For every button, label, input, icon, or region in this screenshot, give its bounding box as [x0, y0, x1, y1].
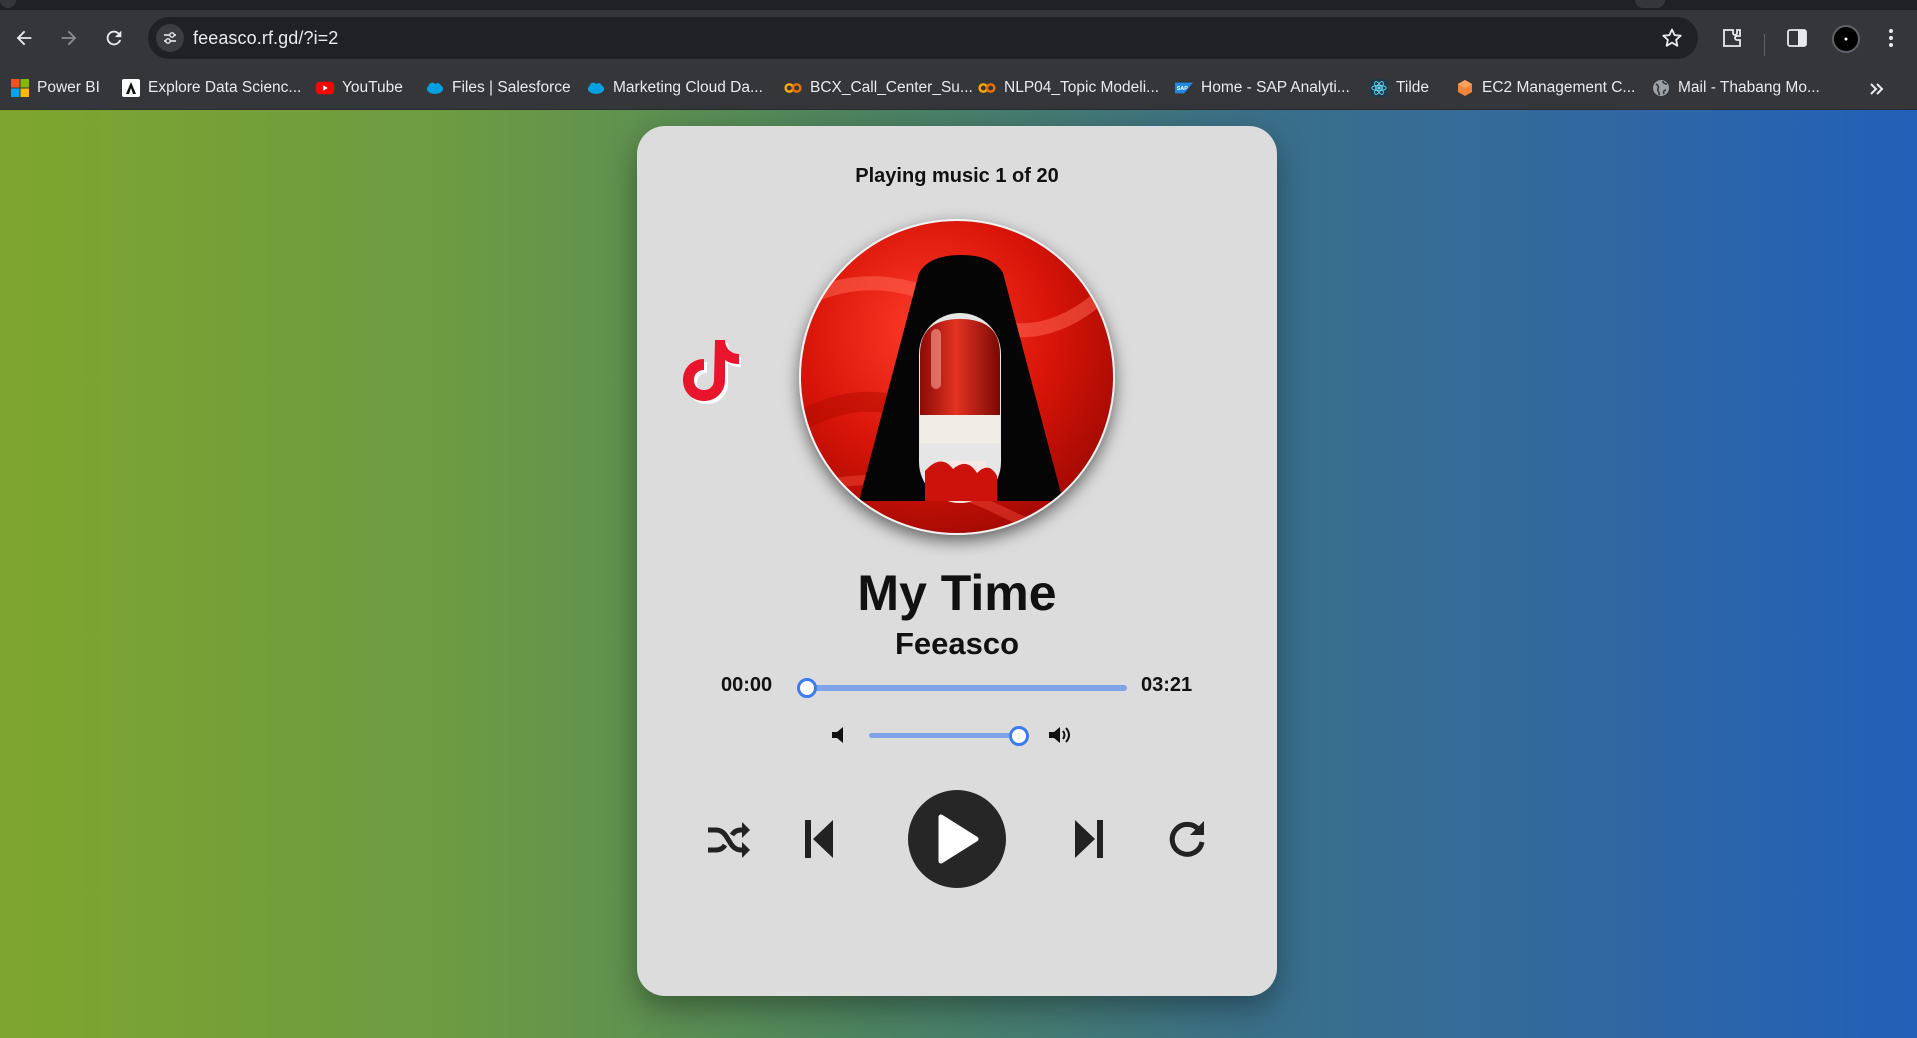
- bookmark-label: Tilde: [1396, 79, 1430, 96]
- extensions-icon[interactable]: [1718, 24, 1746, 52]
- salesforce-icon: [426, 79, 444, 97]
- repeat-icon: [1169, 821, 1205, 857]
- sap-icon: SAP: [1175, 79, 1193, 97]
- bookmark-tilde[interactable]: Tilde: [1370, 75, 1429, 101]
- total-duration: 03:21: [1141, 674, 1193, 696]
- volume-slider[interactable]: [869, 733, 1027, 738]
- shuffle-button[interactable]: [705, 820, 751, 860]
- next-button[interactable]: [1073, 819, 1105, 859]
- page-background: Playing music 1 of 20 My Time Feeasco 00…: [0, 110, 1917, 1038]
- seek-slider-thumb[interactable]: [797, 678, 817, 698]
- bookmark-youtube[interactable]: YouTube: [316, 75, 403, 101]
- bookmark-marketing-cloud[interactable]: Marketing Cloud Da...: [587, 75, 763, 101]
- back-arrow-icon: [16, 30, 32, 46]
- bookmark-power-bi[interactable]: Power BI: [11, 75, 100, 101]
- toolbar-divider: [1764, 34, 1765, 56]
- volume-low-icon[interactable]: [829, 724, 855, 746]
- address-bar[interactable]: feeasco.rf.gd/?i=2: [148, 17, 1698, 59]
- bookmark-label: YouTube: [342, 79, 403, 96]
- microsoft-icon: [11, 79, 29, 97]
- forward-button[interactable]: [52, 21, 86, 55]
- bookmark-nlp04-topic-modeling[interactable]: NLP04_Topic Modeli...: [978, 75, 1159, 101]
- artist-name: Feeasco: [894, 626, 1020, 661]
- bookmark-bcx-call-center[interactable]: BCX_Call_Center_Su...: [784, 75, 973, 101]
- bookmark-label: Home - SAP Analyti...: [1201, 79, 1350, 96]
- bookmarks-bar: Power BI Explore Data Scienc... YouTube …: [0, 67, 1917, 110]
- forward-arrow-icon: [61, 30, 77, 46]
- coursera-icon: [122, 79, 140, 97]
- more-bookmarks-icon[interactable]: [1867, 79, 1887, 99]
- track-counter: Playing music 1 of 20: [855, 165, 1059, 187]
- more-menu-icon[interactable]: [1877, 24, 1905, 52]
- bookmark-label: EC2 Management C...: [1482, 79, 1636, 96]
- previous-button[interactable]: [803, 819, 835, 859]
- salesforce-icon: [587, 79, 605, 97]
- bookmark-label: Power BI: [37, 79, 100, 96]
- bookmark-files-salesforce[interactable]: Files | Salesforce: [426, 75, 571, 101]
- play-icon: [938, 814, 979, 864]
- volume-high-icon[interactable]: [1047, 724, 1073, 746]
- svg-text:SAP: SAP: [1177, 86, 1188, 92]
- tab-strip: [0, 0, 1917, 10]
- colab-icon: [978, 79, 996, 97]
- reload-icon: [106, 30, 122, 46]
- bookmark-star-icon[interactable]: [1660, 26, 1684, 50]
- bookmark-label: Explore Data Scienc...: [148, 79, 302, 96]
- youtube-icon: [316, 79, 334, 97]
- side-panel-icon[interactable]: [1783, 24, 1811, 52]
- profile-avatar[interactable]: ●: [1832, 25, 1860, 53]
- globe-icon: [1652, 79, 1670, 97]
- tiktok-icon[interactable]: [679, 336, 741, 406]
- album-art: [799, 219, 1115, 535]
- bookmark-label: Files | Salesforce: [452, 79, 571, 96]
- url-text[interactable]: feeasco.rf.gd/?i=2: [193, 28, 338, 49]
- previous-icon: [805, 820, 833, 858]
- tab-edge-left: [0, 0, 16, 8]
- bookmark-label: Marketing Cloud Da...: [613, 79, 763, 96]
- music-player-card: Playing music 1 of 20 My Time Feeasco 00…: [637, 126, 1277, 996]
- bookmark-label: Mail - Thabang Mo...: [1678, 79, 1820, 96]
- volume-slider-thumb[interactable]: [1009, 726, 1029, 746]
- aws-icon: [1456, 79, 1474, 97]
- bookmark-label: BCX_Call_Center_Su...: [810, 79, 973, 96]
- song-title: My Time: [857, 565, 1057, 621]
- seek-slider[interactable]: [799, 685, 1127, 691]
- bookmark-mail[interactable]: Mail - Thabang Mo...: [1652, 75, 1820, 101]
- tab-edge-right: [1635, 0, 1665, 8]
- browser-toolbar: feeasco.rf.gd/?i=2 ●: [0, 10, 1917, 67]
- bookmark-explore-data-science[interactable]: Explore Data Scienc...: [122, 75, 301, 101]
- colab-icon: [784, 79, 802, 97]
- react-icon: [1370, 79, 1388, 97]
- back-button[interactable]: [7, 21, 41, 55]
- repeat-button[interactable]: [1165, 818, 1209, 860]
- bookmark-ec2-management[interactable]: EC2 Management C...: [1456, 75, 1635, 101]
- site-settings-icon[interactable]: [156, 24, 184, 52]
- bookmark-label: NLP04_Topic Modeli...: [1004, 79, 1160, 96]
- next-icon: [1075, 820, 1103, 858]
- bookmark-sap-analytics[interactable]: SAP Home - SAP Analyti...: [1175, 75, 1350, 101]
- current-time: 00:00: [721, 674, 773, 696]
- reload-button[interactable]: [97, 21, 131, 55]
- play-button[interactable]: [908, 790, 1006, 888]
- shuffle-icon: [708, 822, 750, 858]
